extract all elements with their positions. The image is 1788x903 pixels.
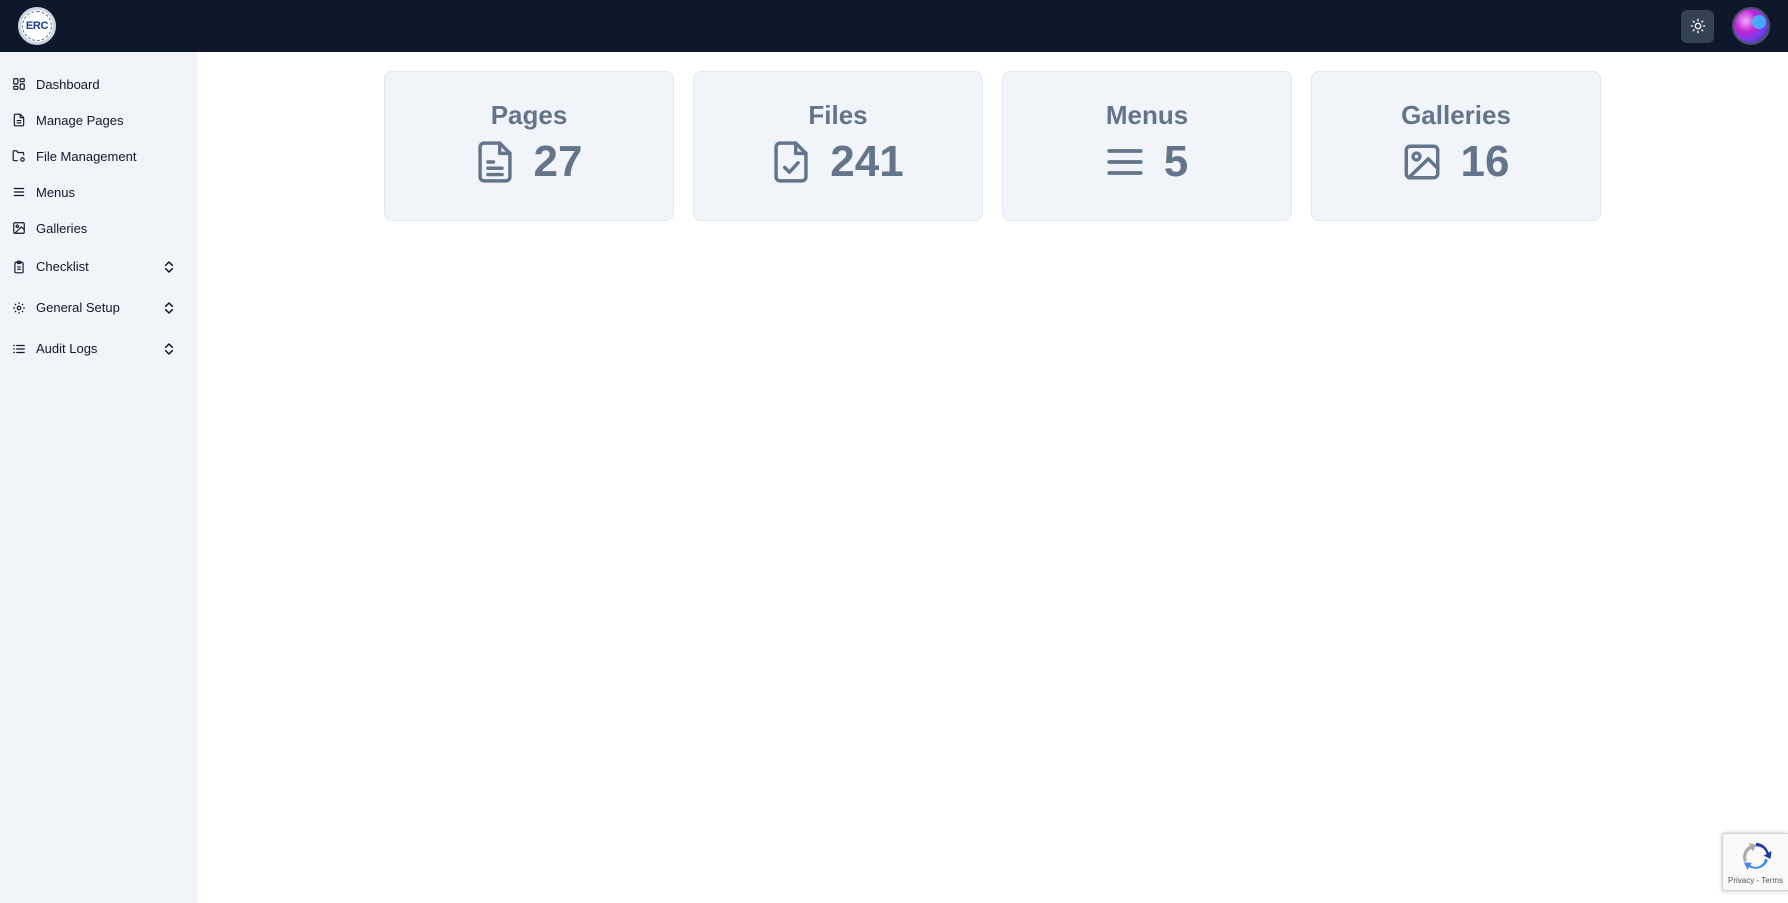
gear-icon bbox=[12, 301, 26, 315]
file-text-icon bbox=[476, 140, 514, 184]
sidebar-item-label: Galleries bbox=[36, 220, 88, 236]
sidebar-item-label: Manage Pages bbox=[36, 112, 124, 128]
sidebar-item-label: Checklist bbox=[36, 259, 89, 274]
recaptcha-links[interactable]: Privacy - Terms bbox=[1728, 876, 1783, 885]
sidebar-item-manage-pages[interactable]: Manage Pages bbox=[0, 102, 197, 138]
clipboard-icon bbox=[12, 260, 26, 274]
main-content: Pages 27 Files 241 Menus 5 Galleries 16 bbox=[197, 52, 1788, 903]
stat-card-title: Menus bbox=[1105, 100, 1189, 130]
erc-logo[interactable]: ERC bbox=[18, 7, 56, 45]
sidebar-item-label: General Setup bbox=[36, 300, 120, 315]
stat-card-value: 16 bbox=[1460, 137, 1510, 186]
chevrons-up-down-icon[interactable] bbox=[163, 342, 175, 356]
sidebar-item-label: File Management bbox=[36, 148, 137, 164]
stat-card-row: 5 bbox=[1106, 140, 1188, 184]
sidebar-item-file-management[interactable]: File Management bbox=[0, 138, 197, 174]
stat-card-pages[interactable]: Pages 27 bbox=[384, 71, 674, 221]
topbar-actions bbox=[1681, 7, 1770, 45]
menu-lines-icon bbox=[1106, 140, 1144, 184]
sidebar-item-menus[interactable]: Menus bbox=[0, 174, 197, 210]
file-text-icon bbox=[12, 113, 26, 127]
sidebar: Dashboard Manage Pages File Management M… bbox=[0, 52, 197, 903]
stat-card-title: Files bbox=[808, 100, 868, 130]
recaptcha-badge[interactable]: Privacy - Terms bbox=[1722, 833, 1788, 891]
image-icon bbox=[12, 221, 26, 235]
sidebar-item-label: Dashboard bbox=[36, 76, 100, 92]
sidebar-item-label: Audit Logs bbox=[36, 341, 98, 356]
chevrons-up-down-icon[interactable] bbox=[163, 301, 175, 315]
sidebar-item-dashboard[interactable]: Dashboard bbox=[0, 66, 197, 102]
stat-card-title: Pages bbox=[490, 100, 568, 130]
stat-card-row: 16 bbox=[1403, 137, 1510, 186]
sidebar-item-galleries[interactable]: Galleries bbox=[0, 210, 197, 246]
stat-card-value: 5 bbox=[1163, 137, 1189, 186]
sidebar-item-label: Menus bbox=[36, 184, 76, 200]
layout-grid-icon bbox=[12, 77, 26, 91]
theme-toggle-button[interactable] bbox=[1681, 9, 1714, 43]
stat-card-row: 241 bbox=[772, 137, 904, 186]
sidebar-item-checklist[interactable]: Checklist bbox=[0, 246, 197, 287]
sidebar-item-general-setup[interactable]: General Setup bbox=[0, 287, 197, 328]
image-icon bbox=[1403, 140, 1441, 184]
user-avatar[interactable] bbox=[1732, 7, 1770, 45]
stat-card-menus[interactable]: Menus 5 bbox=[1002, 71, 1292, 221]
stats-cards: Pages 27 Files 241 Menus 5 Galleries 16 bbox=[384, 71, 1601, 221]
folder-cog-icon bbox=[12, 149, 26, 163]
menu-lines-icon bbox=[12, 185, 26, 199]
list-icon bbox=[12, 342, 26, 356]
recaptcha-icon bbox=[1738, 840, 1774, 872]
sidebar-item-audit-logs[interactable]: Audit Logs bbox=[0, 328, 197, 369]
logo-text: ERC bbox=[25, 20, 49, 32]
stat-card-files[interactable]: Files 241 bbox=[693, 71, 983, 221]
stat-card-value: 27 bbox=[533, 137, 583, 186]
top-navbar: ERC bbox=[0, 0, 1788, 52]
stat-card-row: 27 bbox=[476, 137, 583, 186]
stat-card-title: Galleries bbox=[1401, 100, 1511, 130]
sun-icon bbox=[1690, 18, 1705, 34]
file-check-icon bbox=[772, 140, 810, 184]
stat-card-value: 241 bbox=[830, 137, 904, 186]
logo-ring: ERC bbox=[22, 11, 52, 41]
stat-card-galleries[interactable]: Galleries 16 bbox=[1311, 71, 1601, 221]
chevrons-up-down-icon[interactable] bbox=[163, 260, 175, 274]
